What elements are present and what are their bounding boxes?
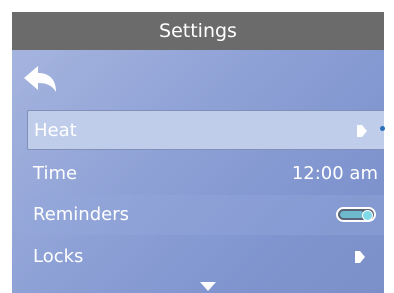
scroll-indicator-dot: [380, 126, 385, 131]
time-value: 12:00 am: [291, 163, 378, 184]
menu-item-label: Heat: [34, 120, 77, 141]
chevron-right-icon: [355, 251, 365, 263]
menu-item-reminders[interactable]: Reminders: [27, 195, 384, 235]
back-arrow-icon: [24, 66, 56, 92]
toggle-track: [340, 211, 364, 218]
scroll-down-arrow-icon[interactable]: [200, 282, 216, 291]
settings-screen: Settings Heat Time 12:00 am Reminders Lo…: [12, 12, 384, 293]
toggle-knob: [362, 210, 373, 221]
menu-item-label: Locks: [33, 246, 84, 267]
menu-item-label: Reminders: [33, 204, 129, 225]
page-title: Settings: [159, 20, 237, 42]
back-button[interactable]: [22, 64, 62, 100]
menu-item-label: Time: [33, 163, 78, 184]
menu-item-time[interactable]: Time 12:00 am: [27, 154, 384, 194]
menu-item-locks[interactable]: Locks: [27, 237, 384, 277]
reminders-toggle[interactable]: [336, 207, 376, 222]
title-bar: Settings: [12, 12, 384, 50]
chevron-right-icon: [357, 125, 367, 137]
menu-item-heat[interactable]: Heat: [27, 110, 384, 150]
